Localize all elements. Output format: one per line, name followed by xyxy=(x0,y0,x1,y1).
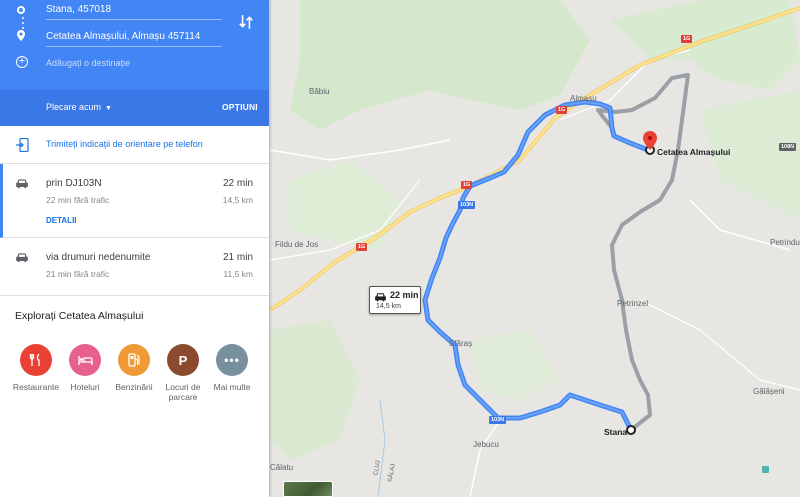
car-icon xyxy=(375,293,386,302)
category-restaurants[interactable]: Restaurante xyxy=(8,344,64,392)
origin-dot-icon xyxy=(17,6,25,14)
category-label: Benzinării xyxy=(115,382,153,392)
gas-station-icon xyxy=(118,344,150,376)
more-icon: ••• xyxy=(216,344,248,376)
category-label: Locuri de parcare xyxy=(165,382,201,402)
send-to-phone-row[interactable]: Trimiteți indicații de orientare pe tele… xyxy=(0,126,269,164)
swap-icon[interactable] xyxy=(238,14,254,30)
route-traffic: 22 min fără trafic xyxy=(46,195,110,205)
category-label: Restaurante xyxy=(12,382,60,392)
chevron-down-icon: ▼ xyxy=(105,105,112,112)
route-info-time: 22 min xyxy=(390,290,419,300)
map-label-petrindu: Petrindu xyxy=(770,238,800,247)
route-details-link[interactable]: DETALII xyxy=(46,216,77,225)
map-label-babiu: Băbiu xyxy=(309,87,330,96)
parking-icon: P xyxy=(167,344,199,376)
options-button[interactable]: OPȚIUNI xyxy=(222,102,258,112)
route-name: via drumuri nedenumite xyxy=(46,252,151,263)
map-label-stana: Stana xyxy=(604,427,628,437)
route-time: 22 min xyxy=(222,178,253,189)
map-label-almasu: Almașu xyxy=(570,94,597,103)
send-to-phone-icon xyxy=(16,138,29,152)
send-to-phone-label: Trimiteți indicații de orientare pe tele… xyxy=(46,139,203,149)
route-info-callout[interactable]: 22 min 14,5 km xyxy=(369,286,421,314)
route-option[interactable]: via drumuri nedenumite 21 min 21 min făr… xyxy=(0,238,269,296)
road-shield-1g: 1G xyxy=(556,106,568,114)
restaurant-icon xyxy=(20,344,52,376)
road-shield-103n: 103N xyxy=(489,416,507,424)
add-destination-icon[interactable]: + xyxy=(16,56,28,68)
directions-header: + Stana, 457018 Cetatea Almașului, Almaș… xyxy=(0,0,269,90)
add-destination-input[interactable]: Adăugați o destinație xyxy=(46,53,222,73)
route-distance: 14,5 km xyxy=(222,195,253,205)
map-label-petrinzel: Petrinzel xyxy=(617,299,649,308)
map-label-jebucu: Jebucu xyxy=(473,440,499,449)
explore-title: Explorați Cetatea Almașului xyxy=(15,310,144,322)
map-label-fildu: Fildu de Jos xyxy=(275,240,319,249)
map-label-galaseni: Gălășeni xyxy=(753,387,785,396)
hotel-icon xyxy=(69,344,101,376)
depart-label: Plecare acum xyxy=(46,102,102,112)
map-label-sfaras: Sfăraș xyxy=(449,339,473,348)
route-info-distance: 14,5 km xyxy=(376,303,401,310)
category-label: Mai multe xyxy=(213,382,251,392)
road-shield-103n: 103N xyxy=(458,201,476,209)
car-icon xyxy=(16,253,28,263)
road-shield-1g: 1G xyxy=(356,243,368,251)
route-name: prin DJ103N xyxy=(46,178,102,189)
destination-input[interactable]: Cetatea Almașului, Almașu 457114 xyxy=(46,27,222,47)
route-traffic: 21 min fără trafic xyxy=(46,269,110,279)
satellite-toggle-thumbnail[interactable] xyxy=(283,481,333,497)
category-more[interactable]: ••• Mai multe xyxy=(204,344,260,392)
map-label-cetatea: Cetatea Almașului xyxy=(657,147,731,157)
depart-now-dropdown[interactable]: Plecare acum ▼ xyxy=(46,102,112,112)
road-shield-1g: 1G xyxy=(681,35,693,43)
category-hotels[interactable]: Hoteluri xyxy=(57,344,113,392)
destination-pin-icon xyxy=(17,30,25,41)
road-shield-108n: 108N xyxy=(779,143,797,151)
category-label: Hoteluri xyxy=(70,382,100,392)
category-gas-stations[interactable]: Benzinării xyxy=(106,344,162,392)
origin-input[interactable]: Stana, 457018 xyxy=(46,0,222,20)
category-parking[interactable]: P Locuri de parcare xyxy=(155,344,211,402)
car-icon xyxy=(16,179,28,189)
map-label-calatu: Călatu xyxy=(270,463,294,472)
route-option[interactable]: prin DJ103N 22 min 22 min fără trafic 14… xyxy=(0,164,269,238)
route-distance: 11,5 km xyxy=(223,269,253,279)
route-time: 21 min xyxy=(222,252,253,263)
directions-sidebar: + Stana, 457018 Cetatea Almașului, Almaș… xyxy=(0,0,269,497)
road-shield-1g: 1G xyxy=(461,181,473,189)
